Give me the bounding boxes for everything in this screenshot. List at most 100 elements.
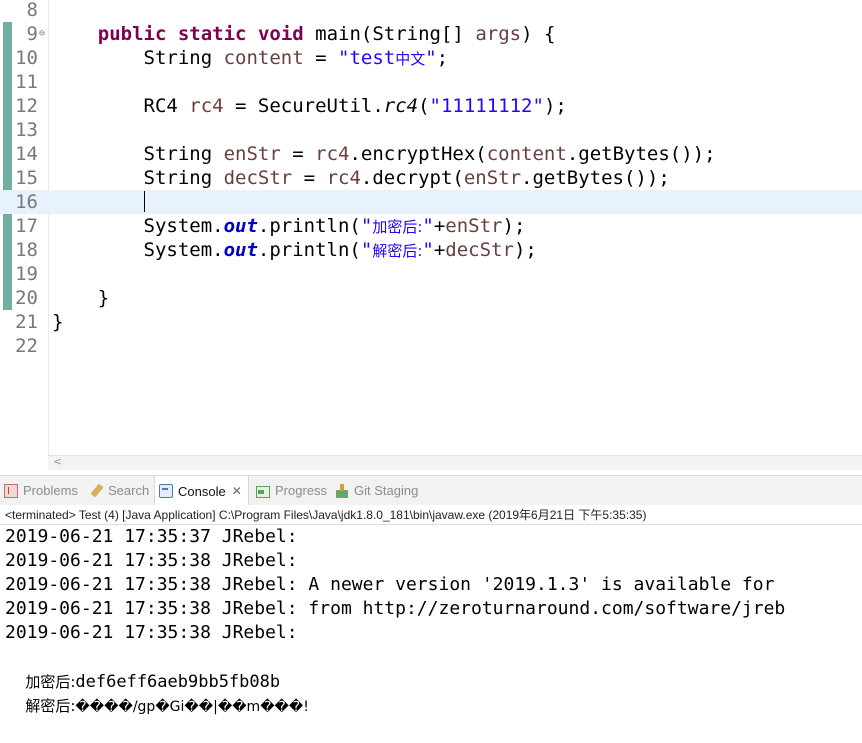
- code-line[interactable]: 16: [0, 190, 862, 214]
- code-line[interactable]: 20 }: [0, 286, 862, 310]
- code-token: out: [223, 215, 258, 237]
- code-token: (: [418, 95, 430, 117]
- code-token: ;: [436, 47, 449, 69]
- line-number: 11: [15, 71, 38, 93]
- code-text: [52, 190, 145, 214]
- code-token: = SecureUtil.: [223, 95, 384, 117]
- code-text: }: [52, 310, 63, 334]
- console-process-label: <terminated> Test (4) [Java Application]…: [5, 508, 647, 522]
- code-token: System.: [52, 215, 224, 237]
- tab-problems-label: Problems: [23, 483, 78, 498]
- code-line[interactable]: 21}: [0, 310, 862, 334]
- scroll-left-arrow-icon[interactable]: <: [53, 455, 62, 468]
- line-number: 10: [15, 47, 38, 69]
- tab-progress[interactable]: Progress: [256, 476, 327, 505]
- code-line[interactable]: 12 RC4 rc4 = SecureUtil.rc4("11111112");: [0, 94, 862, 118]
- code-token: +: [433, 239, 446, 261]
- code-token: void: [257, 23, 304, 45]
- code-token: 解密后:: [372, 242, 423, 260]
- code-token: main(String[]: [303, 23, 476, 45]
- code-token: out: [223, 239, 258, 261]
- tab-search-label: Search: [108, 483, 150, 498]
- code-token: }: [52, 311, 64, 333]
- code-line[interactable]: 13: [0, 118, 862, 142]
- code-text: public static void main(String[] args) {: [52, 22, 556, 46]
- fold-toggle-icon[interactable]: ⊖: [39, 22, 45, 46]
- line-number: 18: [15, 239, 38, 261]
- git-staging-icon: [335, 483, 349, 498]
- line-number: 15: [15, 167, 38, 189]
- horizontal-scrollbar[interactable]: <: [48, 455, 862, 470]
- code-token: ": [360, 239, 373, 261]
- code-token: content: [486, 143, 567, 165]
- code-text: System.out.println("加密后:"+enStr);: [52, 214, 526, 239]
- tab-progress-label: Progress: [275, 483, 328, 498]
- code-token: ": [422, 215, 434, 237]
- code-line[interactable]: 11: [0, 70, 862, 94]
- line-number: 12: [15, 95, 38, 117]
- code-token: String: [52, 167, 224, 189]
- code-line[interactable]: 10 String content = "test中文";: [0, 46, 862, 70]
- close-icon[interactable]: ✕: [232, 484, 242, 498]
- code-token: "11111112": [429, 95, 544, 117]
- console-line: 2019-06-21 17:35:38 JRebel: from http://…: [5, 598, 786, 619]
- console-icon: [159, 484, 173, 498]
- code-token: rc4: [189, 95, 224, 117]
- code-token: =: [303, 47, 338, 69]
- code-text: System.out.println("解密后:"+decStr);: [52, 238, 537, 263]
- code-token: rc4: [383, 95, 419, 117]
- code-line[interactable]: 17 System.out.println("加密后:"+enStr);: [0, 214, 862, 238]
- console-view[interactable]: <terminated> Test (4) [Java Application]…: [0, 505, 862, 715]
- line-number: 17: [15, 215, 38, 237]
- progress-icon: [256, 485, 270, 498]
- line-number: 16: [15, 191, 38, 213]
- code-text: }: [52, 286, 109, 310]
- line-number: 9: [26, 23, 38, 45]
- code-token: RC4: [52, 95, 190, 117]
- code-token: =: [280, 143, 316, 165]
- code-line[interactable]: 9 ⊖ public static void main(String[] args…: [0, 22, 862, 46]
- problems-icon: [4, 483, 18, 498]
- code-token: 中文: [395, 50, 426, 68]
- console-line: 2019-06-21 17:35:37 JRebel:: [5, 526, 298, 547]
- code-token: ": [360, 215, 373, 237]
- code-line[interactable]: 8: [0, 0, 862, 22]
- code-token: .encryptHex(: [349, 143, 487, 165]
- decrypted-label: 解密后:: [25, 697, 76, 715]
- code-editor[interactable]: 8 9 ⊖ public static void main(String[] arg…: [0, 0, 862, 470]
- code-line[interactable]: 14 String enStr = rc4.encryptHex(content…: [0, 142, 862, 166]
- console-decrypted-line: 解密后:����/gp�Gi��|��m���!: [5, 670, 309, 715]
- tab-console[interactable]: Console ✕: [154, 476, 249, 506]
- tab-search[interactable]: Search: [89, 476, 149, 505]
- code-line[interactable]: 19: [0, 262, 862, 286]
- code-token: static: [177, 23, 247, 45]
- code-token: .decrypt(: [360, 167, 464, 189]
- code-token: content: [223, 47, 304, 69]
- code-text: String decStr = rc4.decrypt(enStr.getByt…: [52, 166, 670, 190]
- code-token: =: [292, 167, 327, 189]
- tab-git-staging[interactable]: Git Staging: [335, 476, 418, 505]
- code-line[interactable]: 18 System.out.println("解密后:"+decStr);: [0, 238, 862, 262]
- code-token: public: [97, 23, 167, 45]
- code-token: String: [52, 143, 224, 165]
- code-token: decStr: [223, 167, 293, 189]
- code-token: .getBytes());: [521, 167, 670, 189]
- line-number: 8: [26, 0, 38, 21]
- code-text: String enStr = rc4.encryptHex(content.ge…: [52, 142, 716, 166]
- tab-console-label: Console: [178, 483, 226, 499]
- code-token: );: [513, 239, 537, 261]
- code-token: rc4: [326, 167, 361, 189]
- code-line[interactable]: 22: [0, 334, 862, 358]
- line-number: 13: [15, 119, 38, 141]
- code-line[interactable]: 15 String decStr = rc4.decrypt(enStr.get…: [0, 166, 862, 190]
- code-token: .getBytes());: [566, 143, 716, 165]
- decrypted-value: ����/gp�Gi��|��m���!: [75, 699, 309, 715]
- code-token: String: [52, 47, 224, 69]
- code-token: +: [433, 215, 446, 237]
- console-line: 2019-06-21 17:35:38 JRebel: A newer vers…: [5, 574, 775, 595]
- tab-problems[interactable]: Problems: [4, 476, 78, 505]
- line-number: 22: [15, 335, 38, 357]
